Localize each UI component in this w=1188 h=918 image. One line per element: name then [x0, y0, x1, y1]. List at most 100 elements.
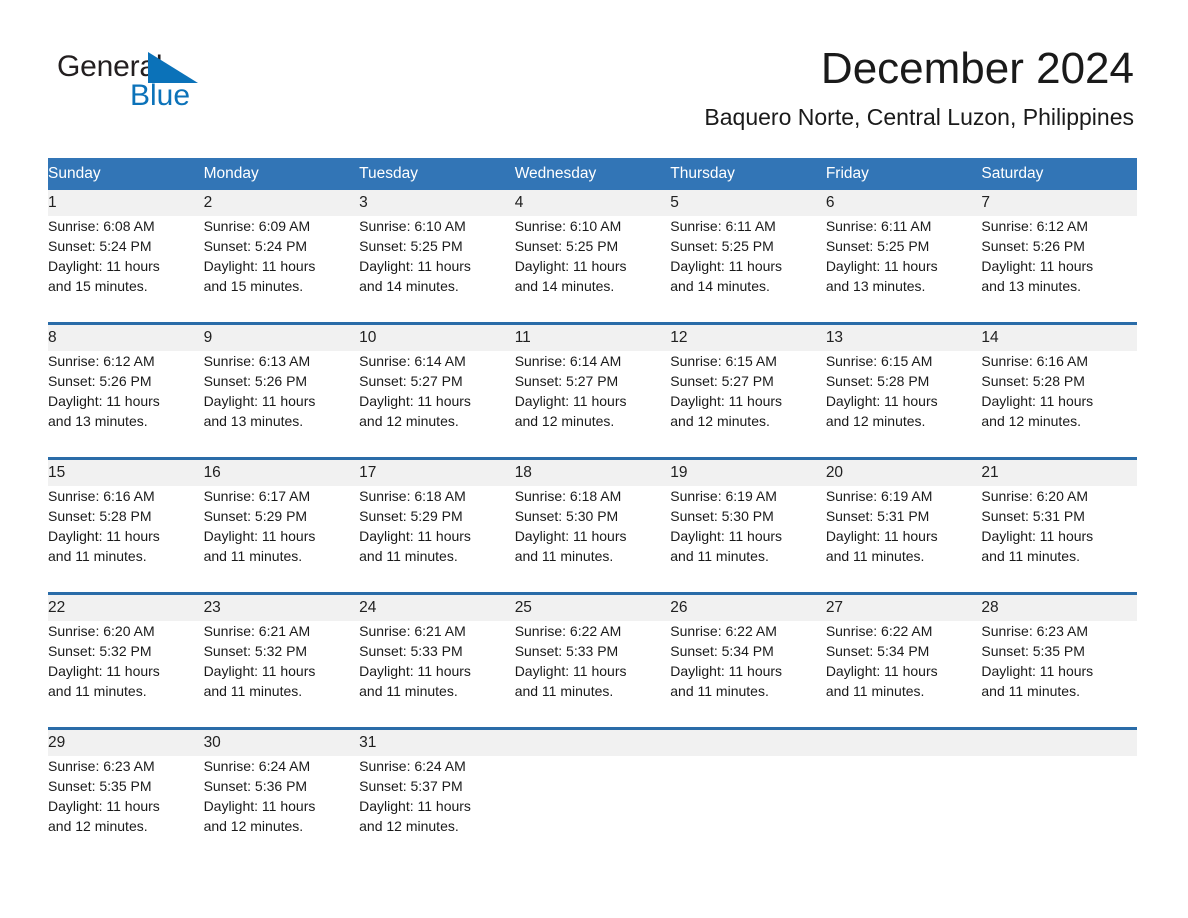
sunrise-text: Sunrise: 6:22 AM: [670, 623, 777, 639]
week-daynum-row: 22 23 24 25 26 27 28: [48, 595, 1137, 621]
weekday-header-monday: Monday: [203, 158, 360, 190]
day-cell[interactable]: Sunrise: 6:19 AM Sunset: 5:31 PM Dayligh…: [825, 486, 982, 592]
day-cell[interactable]: Sunrise: 6:18 AM Sunset: 5:29 PM Dayligh…: [359, 486, 515, 592]
sunset-text: Sunset: 5:26 PM: [203, 373, 308, 389]
sunset-text: Sunset: 5:25 PM: [825, 238, 930, 254]
day-number[interactable]: 30: [203, 730, 360, 756]
day-number[interactable]: 2: [203, 190, 360, 216]
day-cell[interactable]: Sunrise: 6:08 AM Sunset: 5:24 PM Dayligh…: [48, 216, 204, 322]
sunset-text: Sunset: 5:33 PM: [514, 643, 619, 659]
day-number[interactable]: 26: [670, 595, 826, 621]
day-cell[interactable]: Sunrise: 6:16 AM Sunset: 5:28 PM Dayligh…: [48, 486, 204, 592]
daylight-text: Daylight: 11 hours: [981, 663, 1094, 679]
day-number[interactable]: 9: [203, 325, 360, 351]
day-number[interactable]: 5: [670, 190, 826, 216]
sunrise-text: Sunrise: 6:14 AM: [514, 353, 622, 369]
sunset-text: Sunset: 5:30 PM: [670, 508, 774, 524]
day-number[interactable]: 21: [981, 460, 1137, 486]
day-number[interactable]: 29: [48, 730, 204, 756]
sunrise-text: Sunrise: 6:10 AM: [514, 218, 622, 234]
day-cell[interactable]: Sunrise: 6:20 AM Sunset: 5:32 PM Dayligh…: [48, 621, 204, 727]
day-cell-empty: [670, 756, 826, 862]
daylight-text: Daylight: 11 hours: [359, 663, 471, 679]
day-number[interactable]: 23: [203, 595, 360, 621]
day-number[interactable]: 16: [203, 460, 360, 486]
day-number[interactable]: 10: [359, 325, 515, 351]
daylight-text: Daylight: 11 hours: [825, 663, 938, 679]
day-number[interactable]: 13: [825, 325, 982, 351]
day-number[interactable]: 31: [359, 730, 515, 756]
week-detail-row: Sunrise: 6:23 AM Sunset: 5:35 PM Dayligh…: [48, 756, 1137, 862]
daylight-text: Daylight: 11 hours: [359, 528, 471, 544]
daylight-text-cont: and 13 minutes.: [825, 278, 926, 294]
day-cell[interactable]: Sunrise: 6:15 AM Sunset: 5:27 PM Dayligh…: [670, 351, 826, 457]
day-cell[interactable]: Sunrise: 6:15 AM Sunset: 5:28 PM Dayligh…: [825, 351, 982, 457]
day-cell[interactable]: Sunrise: 6:23 AM Sunset: 5:35 PM Dayligh…: [981, 621, 1137, 727]
sunset-text: Sunset: 5:37 PM: [359, 778, 463, 794]
daylight-text: Daylight: 11 hours: [514, 663, 627, 679]
day-cell[interactable]: Sunrise: 6:21 AM Sunset: 5:32 PM Dayligh…: [203, 621, 360, 727]
generalblue-logo[interactable]: General Blue: [57, 52, 257, 114]
day-cell[interactable]: Sunrise: 6:10 AM Sunset: 5:25 PM Dayligh…: [359, 216, 515, 322]
day-cell[interactable]: Sunrise: 6:12 AM Sunset: 5:26 PM Dayligh…: [981, 216, 1137, 322]
weekday-header-thursday: Thursday: [670, 158, 826, 190]
day-cell[interactable]: Sunrise: 6:22 AM Sunset: 5:34 PM Dayligh…: [825, 621, 982, 727]
day-number[interactable]: 24: [359, 595, 515, 621]
daylight-text: Daylight: 11 hours: [981, 528, 1094, 544]
sunset-text: Sunset: 5:25 PM: [359, 238, 463, 254]
day-number[interactable]: 3: [359, 190, 515, 216]
day-number[interactable]: 8: [48, 325, 204, 351]
day-cell[interactable]: Sunrise: 6:22 AM Sunset: 5:34 PM Dayligh…: [670, 621, 826, 727]
day-number[interactable]: 1: [48, 190, 204, 216]
day-number-empty: [514, 730, 671, 756]
day-number[interactable]: 28: [981, 595, 1137, 621]
day-number[interactable]: 20: [825, 460, 982, 486]
day-cell-empty: [825, 756, 982, 862]
day-cell[interactable]: Sunrise: 6:19 AM Sunset: 5:30 PM Dayligh…: [670, 486, 826, 592]
day-cell[interactable]: Sunrise: 6:10 AM Sunset: 5:25 PM Dayligh…: [514, 216, 671, 322]
day-number[interactable]: 6: [825, 190, 982, 216]
day-cell[interactable]: Sunrise: 6:14 AM Sunset: 5:27 PM Dayligh…: [514, 351, 671, 457]
daylight-text: Daylight: 11 hours: [48, 258, 160, 274]
day-number[interactable]: 17: [359, 460, 515, 486]
day-cell[interactable]: Sunrise: 6:24 AM Sunset: 5:36 PM Dayligh…: [203, 756, 360, 862]
week-detail-row: Sunrise: 6:16 AM Sunset: 5:28 PM Dayligh…: [48, 486, 1137, 592]
day-cell[interactable]: Sunrise: 6:14 AM Sunset: 5:27 PM Dayligh…: [359, 351, 515, 457]
day-cell[interactable]: Sunrise: 6:16 AM Sunset: 5:28 PM Dayligh…: [981, 351, 1137, 457]
day-cell[interactable]: Sunrise: 6:18 AM Sunset: 5:30 PM Dayligh…: [514, 486, 671, 592]
day-number[interactable]: 14: [981, 325, 1137, 351]
day-cell[interactable]: Sunrise: 6:11 AM Sunset: 5:25 PM Dayligh…: [670, 216, 826, 322]
sunrise-text: Sunrise: 6:18 AM: [359, 488, 466, 504]
day-number[interactable]: 18: [514, 460, 671, 486]
day-number[interactable]: 27: [825, 595, 982, 621]
day-cell[interactable]: Sunrise: 6:13 AM Sunset: 5:26 PM Dayligh…: [203, 351, 360, 457]
daylight-text: Daylight: 11 hours: [670, 393, 783, 409]
daylight-text-cont: and 11 minutes.: [981, 683, 1080, 699]
sunset-text: Sunset: 5:27 PM: [670, 373, 774, 389]
day-number[interactable]: 12: [670, 325, 826, 351]
day-cell[interactable]: Sunrise: 6:23 AM Sunset: 5:35 PM Dayligh…: [48, 756, 204, 862]
day-number[interactable]: 7: [981, 190, 1137, 216]
day-number[interactable]: 19: [670, 460, 826, 486]
daylight-text-cont: and 11 minutes.: [514, 683, 614, 699]
day-cell[interactable]: Sunrise: 6:22 AM Sunset: 5:33 PM Dayligh…: [514, 621, 671, 727]
sunset-text: Sunset: 5:33 PM: [359, 643, 463, 659]
title-block: December 2024 Baquero Norte, Central Luz…: [704, 45, 1134, 130]
sunrise-text: Sunrise: 6:21 AM: [203, 623, 311, 639]
day-cell[interactable]: Sunrise: 6:09 AM Sunset: 5:24 PM Dayligh…: [203, 216, 360, 322]
day-cell[interactable]: Sunrise: 6:17 AM Sunset: 5:29 PM Dayligh…: [203, 486, 360, 592]
day-cell[interactable]: Sunrise: 6:20 AM Sunset: 5:31 PM Dayligh…: [981, 486, 1137, 592]
day-number[interactable]: 25: [514, 595, 671, 621]
day-number[interactable]: 22: [48, 595, 204, 621]
day-cell[interactable]: Sunrise: 6:21 AM Sunset: 5:33 PM Dayligh…: [359, 621, 515, 727]
sunset-text: Sunset: 5:28 PM: [825, 373, 930, 389]
sunrise-text: Sunrise: 6:11 AM: [670, 218, 776, 234]
day-number[interactable]: 15: [48, 460, 204, 486]
day-number[interactable]: 11: [514, 325, 671, 351]
day-cell[interactable]: Sunrise: 6:12 AM Sunset: 5:26 PM Dayligh…: [48, 351, 204, 457]
day-cell[interactable]: Sunrise: 6:11 AM Sunset: 5:25 PM Dayligh…: [825, 216, 982, 322]
daylight-text-cont: and 12 minutes.: [359, 413, 459, 429]
day-cell[interactable]: Sunrise: 6:24 AM Sunset: 5:37 PM Dayligh…: [359, 756, 515, 862]
day-number[interactable]: 4: [514, 190, 671, 216]
daylight-text: Daylight: 11 hours: [981, 258, 1094, 274]
